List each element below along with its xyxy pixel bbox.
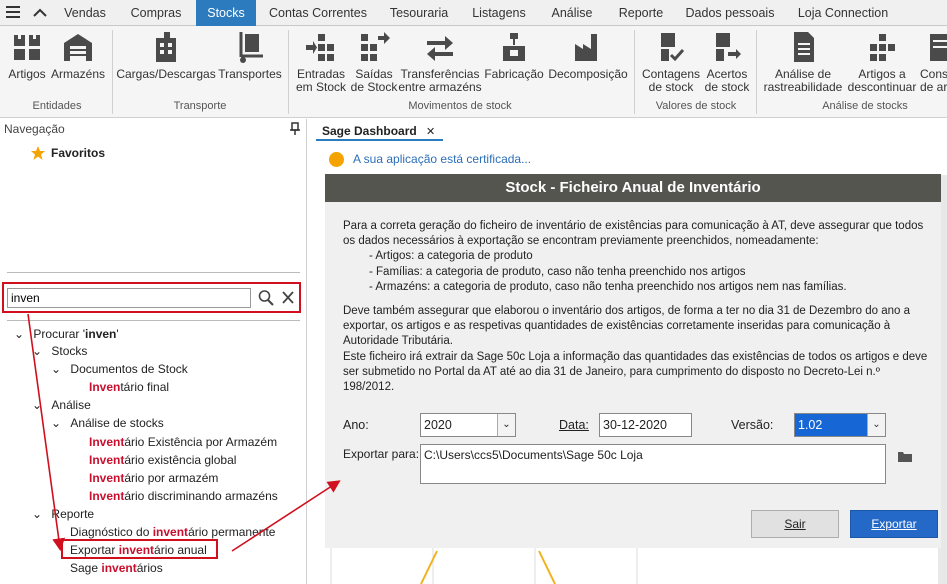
tab-dados-pessoais[interactable]: Dados pessoais (680, 0, 780, 26)
chevron-down-icon[interactable]: ⌄ (51, 362, 61, 376)
group-entidades: Entidades (32, 100, 82, 112)
app-menu-icon[interactable] (0, 0, 26, 26)
ano-select[interactable]: 2020 ⌄ (420, 413, 516, 437)
certified-link[interactable]: A sua aplicação está certificada... (353, 152, 531, 166)
folder-browse-icon[interactable] (897, 449, 913, 466)
exportar-button[interactable]: Exportar (850, 510, 938, 538)
navigation-title: Navegação (4, 122, 65, 136)
chevron-down-icon[interactable]: ⌄ (867, 414, 885, 436)
tree-item-inventario-final[interactable]: Inventário final (89, 379, 169, 395)
count-check-icon (661, 33, 685, 62)
dialog-instructions: Para a correta geração do ficheiro de in… (343, 220, 928, 394)
chevron-down-icon[interactable]: ⌄ (497, 414, 515, 436)
tree-item-inventario-por-armazem[interactable]: Inventário por armazém (89, 470, 218, 486)
manufacturing-icon (503, 33, 525, 61)
decomposicao-button[interactable]: Decomposição (546, 30, 630, 81)
tab-analise[interactable]: Análise (542, 0, 602, 26)
export-inventory-dialog: Stock - Ficheiro Anual de Inventário Par… (325, 174, 941, 548)
tab-listagens[interactable]: Listagens (464, 0, 534, 26)
clear-search-icon[interactable] (281, 290, 295, 309)
ano-label: Ano: (343, 418, 369, 432)
export-path-label: Exportar para: (343, 447, 420, 461)
ribbon: Artigos Armazéns Entidades Cargas/Descar… (0, 26, 947, 118)
data-input[interactable]: 30-12-2020 (599, 413, 692, 437)
chevron-down-icon[interactable]: ⌄ (51, 416, 61, 430)
tree-item-inventario-existencia-armazem[interactable]: Inventário Existência por Armazém (89, 434, 277, 450)
consulta-artigos-button[interactable]: Cons de ar (920, 30, 947, 94)
tree-node-reporte[interactable]: ⌄ Reporte (32, 506, 94, 522)
pin-icon[interactable] (289, 119, 301, 145)
chevron-down-icon[interactable]: ⌄ (32, 398, 42, 412)
adjust-stock-icon (716, 33, 741, 61)
sair-button[interactable]: Sair (751, 510, 839, 538)
tree-node-documentos-stock[interactable]: ⌄ Documentos de Stock (51, 361, 188, 377)
tree-item-exportar-inventario-anual[interactable]: Exportar inventário anual (70, 542, 207, 558)
artigos-descontinuar-button[interactable]: Artigos a descontinuar (846, 30, 918, 94)
tree-item-sage-inventarios[interactable]: Sage inventários (70, 560, 163, 576)
saidas-stock-button[interactable]: Saídas de Stock (350, 30, 398, 94)
tab-stocks[interactable]: Stocks (196, 0, 256, 26)
tab-compras[interactable]: Compras (120, 0, 192, 26)
chevron-down-icon[interactable]: ⌄ (32, 344, 42, 358)
versao-label: Versão: (731, 418, 774, 432)
group-valores: Valores de stock (655, 100, 737, 112)
chevron-down-icon[interactable]: ⌄ (14, 327, 24, 341)
armazens-button[interactable]: Armazéns (50, 30, 106, 81)
discontinue-items-icon (870, 34, 895, 61)
analise-rastreabilidade-button[interactable]: Análise de rastreabilidade (760, 30, 846, 94)
tree-node-stocks[interactable]: ⌄ Stocks (32, 343, 87, 359)
tab-vendas[interactable]: Vendas (54, 0, 116, 26)
artigos-button[interactable]: Artigos (4, 30, 50, 81)
certified-dot-icon (329, 152, 344, 167)
close-tab-icon[interactable]: ✕ (426, 126, 435, 138)
document-icon (794, 32, 814, 62)
group-analise: Análise de stocks (822, 100, 908, 112)
tree-item-diagnostico[interactable]: Diagnóstico do inventário permanente (70, 524, 275, 540)
boxes-icon (14, 35, 40, 60)
tab-tesouraria[interactable]: Tesouraria (382, 0, 456, 26)
star-icon (30, 145, 46, 164)
transferencias-button[interactable]: Transferências entre armazéns (398, 30, 482, 94)
tree-node-analise[interactable]: ⌄ Análise (32, 397, 91, 413)
tab-reporte[interactable]: Reporte (610, 0, 672, 26)
transfer-arrows-icon (427, 36, 453, 61)
chevron-down-icon[interactable]: ⌄ (32, 507, 42, 521)
tab-contas-correntes[interactable]: Contas Correntes (262, 0, 374, 26)
cargas-descargas-button[interactable]: Cargas/Descargas (116, 30, 216, 81)
hand-truck-icon (239, 32, 263, 63)
tree-item-inventario-discriminando[interactable]: Inventário discriminando armazéns (89, 488, 278, 504)
group-transporte: Transporte (173, 100, 227, 112)
navigation-panel: Navegação Favoritos ⌄ Procurar 'inven' ⌄… (0, 119, 307, 584)
building-icon (156, 32, 176, 62)
favoritos-item[interactable]: Favoritos (30, 146, 105, 160)
tree-node-analise-stocks[interactable]: ⌄ Análise de stocks (51, 415, 164, 431)
factory-icon (575, 34, 597, 61)
fabricacao-button[interactable]: Fabricação (482, 30, 546, 81)
acertos-stock-button[interactable]: Acertos de stock (704, 30, 750, 94)
collapse-ribbon-icon[interactable] (28, 0, 52, 26)
menu-bar: Vendas Compras Stocks Contas Correntes T… (0, 0, 947, 26)
list-icon (930, 34, 947, 61)
tab-sage-dashboard[interactable]: Sage Dashboard ✕ (316, 121, 444, 141)
transportes-button[interactable]: Transportes (216, 30, 284, 81)
navigation-header: Navegação (0, 119, 307, 139)
contagens-stock-button[interactable]: Contagens de stock (638, 30, 704, 94)
search-input[interactable] (7, 288, 251, 308)
warehouse-icon (64, 34, 92, 61)
search-icon[interactable] (258, 289, 274, 310)
stock-in-icon (306, 34, 334, 61)
export-path-input[interactable]: C:\Users\ccs5\Documents\Sage 50c Loja (420, 444, 886, 484)
group-movimentos: Movimentos de stock (408, 100, 512, 112)
versao-select[interactable]: 1.02 ⌄ (794, 413, 886, 437)
tab-loja-connection[interactable]: Loja Connection (788, 0, 898, 26)
tree-node-root[interactable]: ⌄ Procurar 'inven' (14, 326, 119, 342)
entradas-stock-button[interactable]: Entradas em Stock (292, 30, 350, 94)
tree-item-inventario-existencia-global[interactable]: Inventário existência global (89, 452, 236, 468)
dialog-title: Stock - Ficheiro Anual de Inventário (325, 174, 941, 202)
stock-out-icon (361, 32, 390, 61)
data-label: Data: (559, 418, 589, 432)
background-chart (330, 547, 638, 584)
